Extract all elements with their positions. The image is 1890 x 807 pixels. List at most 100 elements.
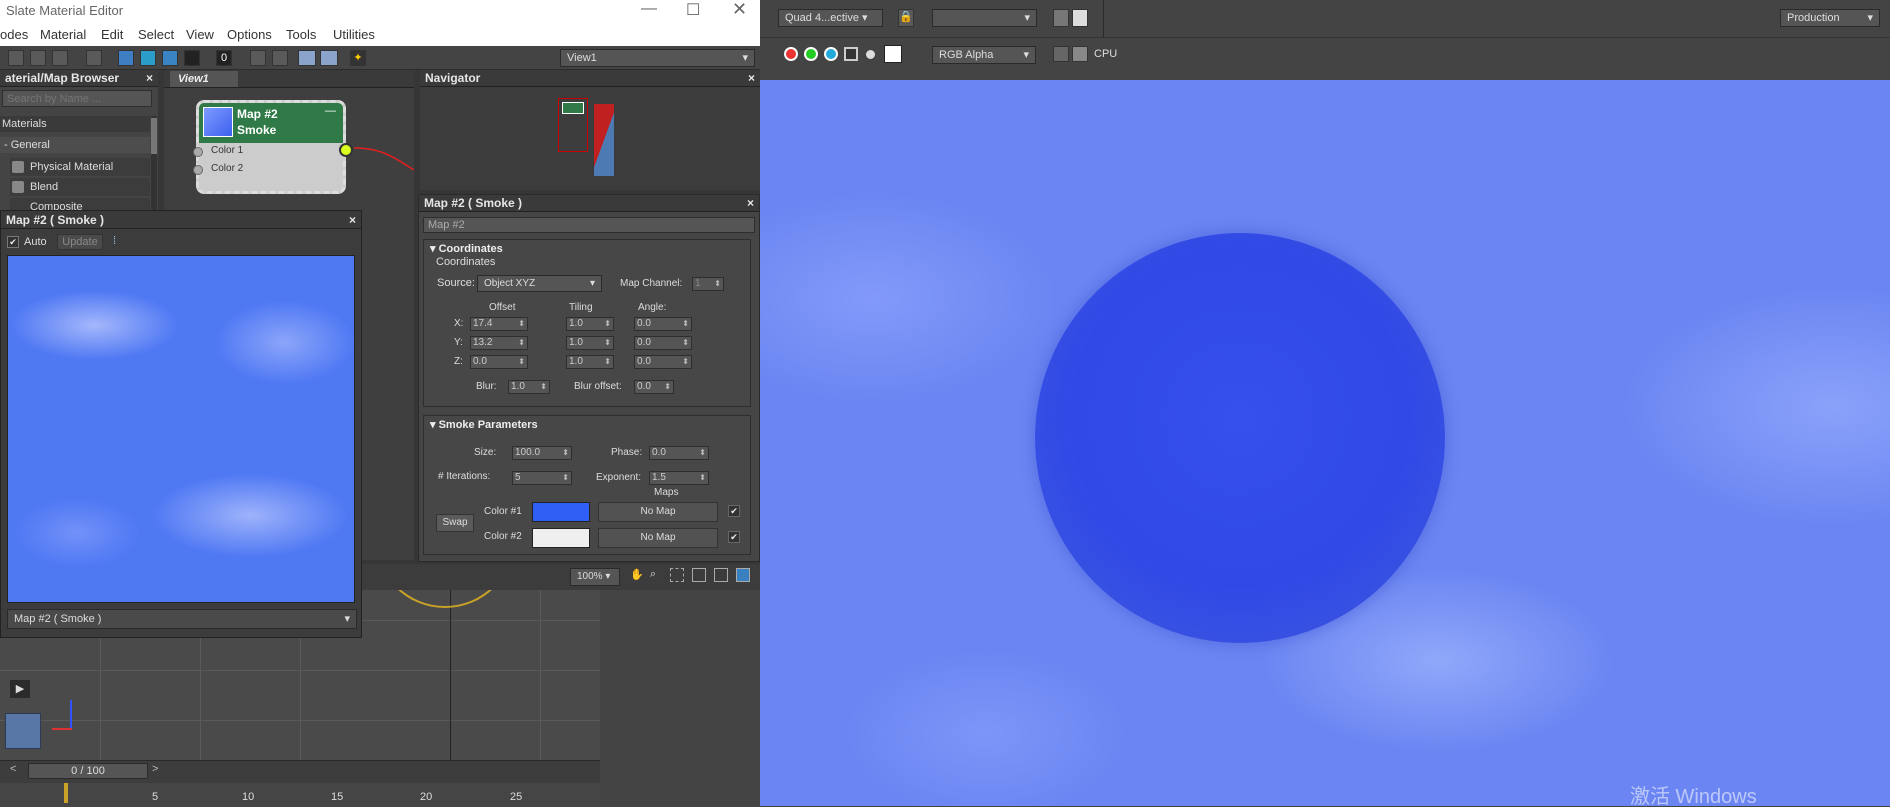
production-select[interactable]: Production ▾ xyxy=(1780,9,1880,27)
background-icon[interactable] xyxy=(184,50,200,66)
collapse-icon[interactable]: — xyxy=(325,105,336,117)
search-input[interactable] xyxy=(2,90,152,107)
cpu-render-icon[interactable] xyxy=(1053,46,1069,62)
layout-all-icon[interactable] xyxy=(250,50,266,66)
assign-material-icon[interactable] xyxy=(52,50,68,66)
zoom-icon[interactable]: ⌕ xyxy=(650,568,656,581)
tab-view1[interactable]: View1 xyxy=(170,71,238,87)
gpu-render-icon[interactable] xyxy=(1072,46,1088,62)
close-icon[interactable]: ✕ xyxy=(732,0,747,20)
close-icon[interactable]: × xyxy=(747,195,754,212)
preset-select[interactable]: ▾ xyxy=(932,9,1037,27)
render-canvas[interactable]: 激活 Windows xyxy=(760,80,1890,806)
alpha-channel-toggle[interactable] xyxy=(844,47,858,61)
preview-options-icon[interactable]: ⁞ xyxy=(113,235,116,247)
menu-edit[interactable]: Edit xyxy=(101,27,123,42)
color1-swatch[interactable] xyxy=(532,502,590,522)
angle-z-spinner[interactable]: 0.0 xyxy=(634,355,692,369)
color2-map-button[interactable]: No Map xyxy=(598,528,718,548)
angle-y-spinner[interactable]: 0.0 xyxy=(634,336,692,350)
time-slider[interactable]: 0 / 100 xyxy=(28,763,148,779)
browser-scrollbar[interactable] xyxy=(151,116,157,216)
exponent-spinner[interactable]: 1.5 xyxy=(649,471,709,485)
maximize-icon[interactable]: ☐ xyxy=(686,0,700,20)
offset-x-spinner[interactable]: 17.4 xyxy=(470,317,528,331)
menu-modes[interactable]: odes xyxy=(0,27,28,42)
coordinates-header[interactable]: ▾ Coordinates xyxy=(430,242,503,255)
map-channel-spinner[interactable]: 1 xyxy=(692,277,724,291)
auto-checkbox[interactable]: ✔ xyxy=(7,236,19,248)
hide-unused-slots-icon[interactable] xyxy=(140,50,156,66)
environment-icon[interactable] xyxy=(1072,9,1088,27)
map-name-input[interactable]: Map #2 xyxy=(423,217,755,233)
offset-y-spinner[interactable]: 13.2 xyxy=(470,336,528,350)
menu-select[interactable]: Select xyxy=(138,27,174,42)
color1-map-button[interactable]: No Map xyxy=(598,502,718,522)
update-button[interactable]: Update xyxy=(57,234,103,250)
viewport-layout-icon[interactable] xyxy=(5,713,41,749)
menu-material[interactable]: Material xyxy=(40,27,86,42)
menu-utilities[interactable]: Utilities xyxy=(333,27,375,42)
mono-dot-icon[interactable] xyxy=(866,50,875,59)
next-frame-icon[interactable]: > xyxy=(152,763,164,779)
tiling-y-spinner[interactable]: 1.0 xyxy=(566,336,614,350)
channel-select[interactable]: RGB Alpha ▾ xyxy=(932,46,1036,64)
view-select[interactable]: View1 ▾ xyxy=(560,49,755,67)
red-channel-toggle[interactable] xyxy=(784,47,798,61)
color2-swatch[interactable] xyxy=(532,528,590,548)
prev-frame-icon[interactable]: < xyxy=(10,763,22,779)
minimize-icon[interactable]: — xyxy=(641,0,657,18)
frame-all-icon[interactable] xyxy=(736,568,750,582)
blue-channel-toggle[interactable] xyxy=(824,47,838,61)
browser-item[interactable]: Blend xyxy=(10,178,150,196)
iterations-spinner[interactable]: 5 xyxy=(512,471,572,485)
zoom-extents-icon[interactable] xyxy=(692,568,706,582)
pick-material-icon[interactable] xyxy=(8,50,24,66)
menu-options[interactable]: Options xyxy=(227,27,272,42)
trackbar[interactable]: 5 10 15 20 25 xyxy=(0,783,600,807)
offset-z-spinner[interactable]: 0.0 xyxy=(470,355,528,369)
sample-slot-icon[interactable]: 0 xyxy=(216,50,232,66)
delete-icon[interactable] xyxy=(86,50,102,66)
general-group[interactable]: - General xyxy=(0,137,150,153)
swap-button[interactable]: Swap xyxy=(436,514,474,532)
play-icon[interactable]: ▶ xyxy=(10,680,30,698)
layout-children-icon[interactable] xyxy=(272,50,288,66)
tiling-x-spinner[interactable]: 1.0 xyxy=(566,317,614,331)
material-browser-toggle-icon[interactable] xyxy=(298,50,316,66)
zoom-select[interactable]: 100% ▾ xyxy=(570,568,620,586)
preview-map-select[interactable]: Map #2 ( Smoke ) ▾ xyxy=(7,609,357,629)
swatch-white[interactable] xyxy=(884,45,902,63)
close-icon[interactable]: × xyxy=(146,70,153,87)
lock-icon[interactable]: 🔒 xyxy=(898,9,914,27)
input-socket[interactable] xyxy=(193,147,203,157)
smoke-node[interactable]: Map #2 Smoke — Color 1 Color 2 xyxy=(193,100,353,194)
parameter-editor-toggle-icon[interactable] xyxy=(320,50,338,66)
navigator-view-rect[interactable] xyxy=(558,98,588,152)
color2-map-checkbox[interactable]: ✔ xyxy=(728,531,740,543)
phase-spinner[interactable]: 0.0 xyxy=(649,446,709,460)
move-children-icon[interactable] xyxy=(118,50,134,66)
blur-offset-spinner[interactable]: 0.0 xyxy=(634,380,674,394)
output-socket[interactable] xyxy=(339,143,353,157)
pan-icon[interactable]: ✋ xyxy=(630,568,644,581)
source-select[interactable]: Object XYZ ▾ xyxy=(477,275,602,292)
render-setup-icon[interactable] xyxy=(1053,9,1069,27)
blur-spinner[interactable]: 1.0 xyxy=(508,380,550,394)
viewport-select[interactable]: Quad 4...ective ▾ xyxy=(778,9,883,27)
tiling-z-spinner[interactable]: 1.0 xyxy=(566,355,614,369)
input-socket[interactable] xyxy=(193,165,203,175)
color1-map-checkbox[interactable]: ✔ xyxy=(728,505,740,517)
zoom-selected-icon[interactable] xyxy=(714,568,728,582)
select-by-material-tool-icon[interactable]: ✦ xyxy=(350,50,366,66)
menu-tools[interactable]: Tools xyxy=(286,27,316,42)
zoom-region-icon[interactable] xyxy=(670,568,684,582)
show-map-icon[interactable] xyxy=(162,50,178,66)
angle-x-spinner[interactable]: 0.0 xyxy=(634,317,692,331)
menu-view[interactable]: View xyxy=(186,27,214,42)
materials-rollout[interactable]: Materials xyxy=(0,116,150,132)
green-channel-toggle[interactable] xyxy=(804,47,818,61)
close-icon[interactable]: × xyxy=(349,211,356,229)
close-icon[interactable]: × xyxy=(748,70,755,87)
select-by-material-icon[interactable] xyxy=(30,50,46,66)
